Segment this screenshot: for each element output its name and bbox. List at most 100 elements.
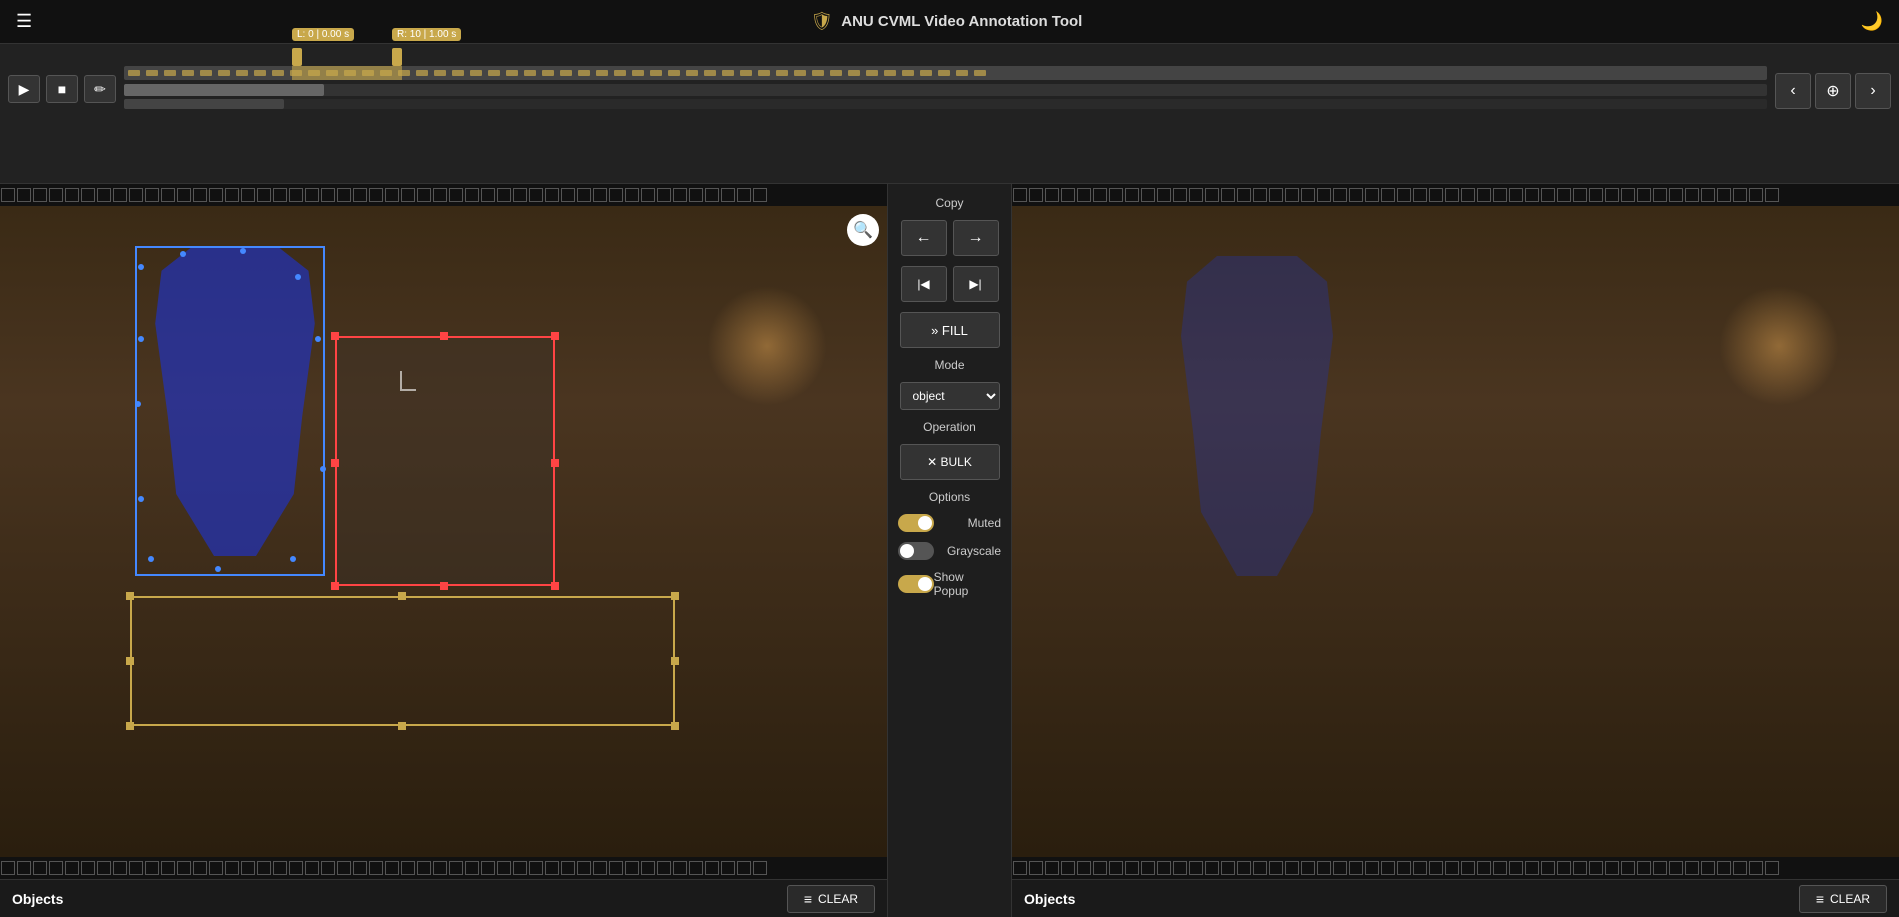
- film-cell: [321, 188, 335, 202]
- nav-next-button[interactable]: ›: [1855, 73, 1891, 109]
- film-cell: [81, 188, 95, 202]
- film-cell: [513, 188, 527, 202]
- muted-option-row: Muted: [896, 514, 1003, 532]
- film-cell: [1525, 861, 1539, 875]
- film-cell: [1749, 861, 1763, 875]
- zoom-button[interactable]: 🔍: [847, 214, 879, 246]
- film-cell: [433, 188, 447, 202]
- theme-toggle-icon[interactable]: 🌙: [1861, 11, 1883, 32]
- film-cell: [1189, 861, 1203, 875]
- arrow-right-button[interactable]: →: [953, 220, 999, 256]
- film-cell: [33, 861, 47, 875]
- film-cell: [1589, 861, 1603, 875]
- film-cell: [1381, 188, 1395, 202]
- film-cell: [145, 188, 159, 202]
- film-cell: [1493, 861, 1507, 875]
- skip-last-button[interactable]: ▶|: [953, 266, 999, 302]
- film-cell: [561, 861, 575, 875]
- film-cell: [609, 188, 623, 202]
- film-cell: [625, 861, 639, 875]
- bulk-button[interactable]: ✕ BULK: [900, 444, 1000, 480]
- nav-prev-button[interactable]: ‹: [1775, 73, 1811, 109]
- film-cell: [1477, 188, 1491, 202]
- film-cell: [145, 861, 159, 875]
- film-cell: [625, 188, 639, 202]
- film-cell: [1173, 188, 1187, 202]
- film-cell: [1269, 188, 1283, 202]
- film-cell: [177, 188, 191, 202]
- film-cell: [1221, 861, 1235, 875]
- timeline-nav: ‹ ⊕ ›: [1775, 73, 1891, 109]
- film-cell: [401, 861, 415, 875]
- left-handle-label[interactable]: L: 0 | 0.00 s: [292, 28, 354, 41]
- film-cell: [1397, 188, 1411, 202]
- mode-select[interactable]: object segment keypoint: [900, 382, 1000, 410]
- film-cell: [1701, 861, 1715, 875]
- left-clear-button[interactable]: CLEAR: [787, 885, 875, 913]
- film-cell: [1397, 861, 1411, 875]
- right-handle-label[interactable]: R: 10 | 1.00 s: [392, 28, 461, 41]
- stop-button[interactable]: ■: [46, 75, 78, 103]
- film-cell: [657, 188, 671, 202]
- skip-first-button[interactable]: |◀: [901, 266, 947, 302]
- left-filmstrip-top: [0, 184, 887, 206]
- options-label: Options: [929, 490, 970, 504]
- film-cell: [353, 861, 367, 875]
- grayscale-toggle[interactable]: [898, 542, 934, 560]
- film-cell: [1013, 861, 1027, 875]
- film-cell: [1653, 861, 1667, 875]
- timeline-handle-left[interactable]: [292, 48, 302, 66]
- arrow-left-button[interactable]: ←: [901, 220, 947, 256]
- film-cell: [1, 861, 15, 875]
- film-cell: [673, 188, 687, 202]
- film-cell: [1317, 861, 1331, 875]
- timeline-handle-right[interactable]: [392, 48, 402, 66]
- fill-button[interactable]: » FILL: [900, 312, 1000, 348]
- hamburger-icon[interactable]: ☰: [16, 11, 32, 32]
- film-cell: [1765, 188, 1779, 202]
- nav-target-button[interactable]: ⊕: [1815, 73, 1851, 109]
- film-cell: [1461, 188, 1475, 202]
- film-cell: [1445, 188, 1459, 202]
- left-video-frame[interactable]: 🔍: [0, 206, 887, 857]
- right-video-frame[interactable]: [1012, 206, 1899, 857]
- film-cell: [1733, 861, 1747, 875]
- left-filmstrip-bottom: [0, 857, 887, 879]
- film-cell: [385, 861, 399, 875]
- left-objects-label: Objects: [12, 891, 63, 907]
- film-cell: [1509, 861, 1523, 875]
- film-cell: [753, 861, 767, 875]
- film-cell: [529, 188, 543, 202]
- film-cell: [33, 188, 47, 202]
- film-cell: [1349, 861, 1363, 875]
- show-popup-option-row: Show Popup: [896, 570, 1003, 598]
- show-popup-toggle[interactable]: [898, 575, 934, 593]
- main-content: 🔍: [0, 184, 1899, 917]
- film-cell: [225, 188, 239, 202]
- film-cell: [465, 188, 479, 202]
- film-cell: [1045, 861, 1059, 875]
- film-cell: [209, 861, 223, 875]
- film-cell: [1685, 188, 1699, 202]
- film-cell: [1077, 188, 1091, 202]
- copy-label: Copy: [935, 196, 963, 210]
- timeline-scrollbar[interactable]: [124, 84, 1767, 96]
- edit-button[interactable]: ✏: [84, 75, 116, 103]
- film-cell: [1461, 861, 1475, 875]
- film-cell: [161, 188, 175, 202]
- film-cell: [1237, 188, 1251, 202]
- film-cell: [209, 188, 223, 202]
- film-cell: [1029, 861, 1043, 875]
- play-button[interactable]: ▶: [8, 75, 40, 103]
- film-cell: [753, 188, 767, 202]
- film-cell: [305, 188, 319, 202]
- film-cell: [609, 861, 623, 875]
- muted-toggle[interactable]: [898, 514, 934, 532]
- top-bar: ☰ 🛡 ANU CVML Video Annotation Tool 🌙: [0, 0, 1899, 44]
- film-cell: [1173, 861, 1187, 875]
- film-cell: [641, 188, 655, 202]
- film-cell: [129, 188, 143, 202]
- right-clear-button[interactable]: CLEAR: [1799, 885, 1887, 913]
- film-cell: [449, 861, 463, 875]
- film-cell: [1093, 188, 1107, 202]
